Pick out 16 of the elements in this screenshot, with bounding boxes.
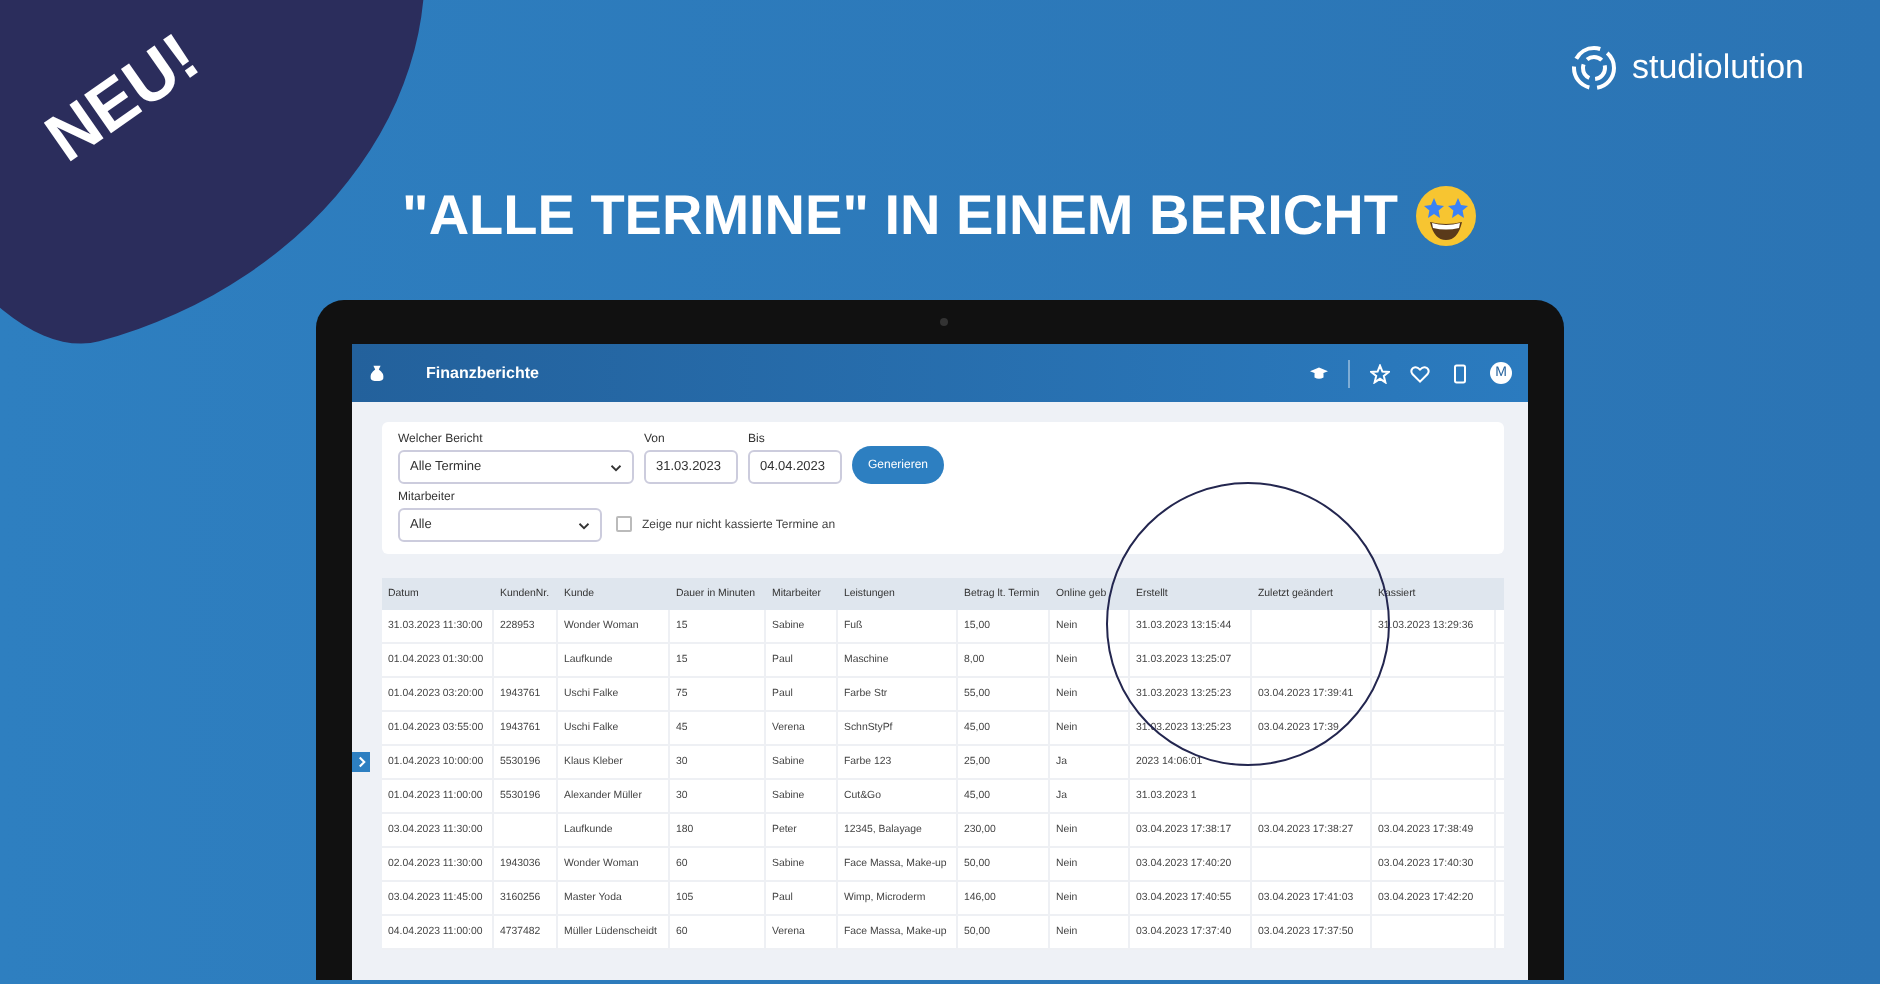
graduation-cap-icon[interactable] xyxy=(1310,364,1328,382)
heart-icon[interactable] xyxy=(1410,363,1430,383)
star-eyes-face-icon xyxy=(1413,184,1478,248)
money-bag-icon xyxy=(368,364,386,382)
expand-tab[interactable] xyxy=(352,752,370,772)
headline: "ALLE TERMINE" IN EINEM BERICHT xyxy=(402,184,1398,248)
star-icon[interactable] xyxy=(1370,363,1390,383)
chevron-down-icon xyxy=(610,461,622,473)
chevron-down-icon xyxy=(578,519,590,531)
checkbox[interactable] xyxy=(616,516,632,532)
phone-icon[interactable] xyxy=(1450,363,1470,383)
brand-name: studiolution xyxy=(1631,48,1804,88)
app-title: Finanzberichte xyxy=(426,364,539,382)
camera-dot xyxy=(940,318,948,326)
swirl-logo-icon xyxy=(1569,44,1618,92)
chevron-right-icon xyxy=(355,756,367,768)
